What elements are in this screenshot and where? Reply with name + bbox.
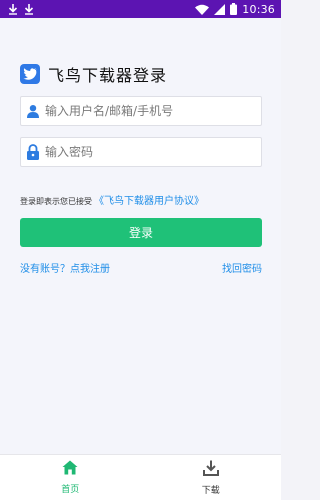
nav-home-label: 首页: [61, 485, 80, 495]
battery-icon: [230, 3, 238, 15]
status-left-icons: [8, 3, 34, 15]
lock-icon: [25, 144, 41, 160]
agreement-text: 登录即表示您已接受 《飞鸟下载器用户协议》: [20, 192, 204, 207]
nav-download-label: 下载: [201, 485, 220, 496]
nav-download[interactable]: 下载: [141, 455, 282, 500]
bird-logo-icon: [20, 64, 40, 84]
user-icon: [25, 103, 41, 119]
password-field[interactable]: [20, 137, 262, 167]
bottom-nav: 首页 下载: [0, 454, 281, 500]
signal-icon: [214, 3, 226, 15]
forgot-password-link[interactable]: 找回密码: [222, 260, 262, 275]
user-agreement-link[interactable]: 《飞鸟下载器用户协议》: [94, 192, 204, 207]
username-field[interactable]: [20, 96, 262, 126]
download-arrow-icon: [24, 3, 34, 15]
login-page: 飞鸟下载器登录 登录即表示您已接受 《飞鸟下载器用户协议》 登录 没有账号？点我…: [0, 18, 281, 454]
home-icon: [62, 460, 78, 479]
download-icon: [202, 460, 219, 480]
nav-home[interactable]: 首页: [0, 455, 141, 500]
status-bar: 10:36: [0, 0, 281, 18]
page-header: 飞鸟下载器登录: [20, 62, 167, 86]
register-link[interactable]: 没有账号？点我注册: [20, 260, 110, 275]
status-time: 10:36: [242, 2, 275, 16]
wifi-icon: [195, 4, 210, 15]
page-title: 飞鸟下载器登录: [48, 66, 168, 85]
login-button[interactable]: 登录: [20, 218, 262, 247]
status-right-icons: 10:36: [195, 3, 275, 16]
download-arrow-icon: [8, 3, 18, 15]
agreement-prefix: 登录即表示您已接受: [20, 197, 92, 206]
username-input[interactable]: [45, 104, 255, 118]
password-input[interactable]: [45, 145, 255, 159]
